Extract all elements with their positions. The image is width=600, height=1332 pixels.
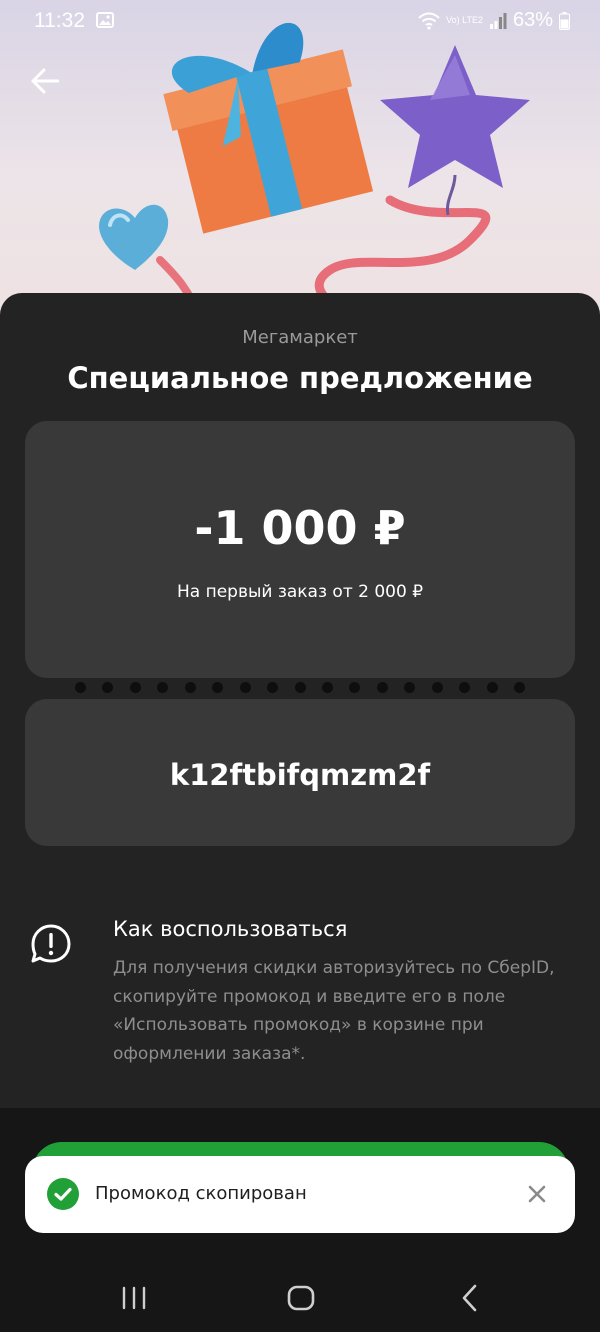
- provider-label: Мегамаркет: [242, 327, 358, 348]
- system-nav-bar: [0, 1262, 600, 1332]
- recent-apps-icon: [122, 1286, 146, 1310]
- toast-notification: Промокод скопирован: [25, 1156, 575, 1233]
- home-icon: [287, 1285, 315, 1311]
- status-time: 11:32: [34, 9, 85, 32]
- discount-amount: -1 000 ₽: [194, 501, 406, 555]
- system-back-button[interactable]: [452, 1282, 488, 1314]
- coupon-card: -1 000 ₽ На первый заказ от 2 000 ₽ k12f…: [10, 421, 590, 846]
- alert-message-icon: [31, 924, 71, 963]
- offer-sheet: Мегамаркет Специальное предложение -1 00…: [0, 293, 600, 1108]
- signal-icon: [489, 12, 507, 29]
- promo-code[interactable]: k12ftbifqmzm2f: [25, 758, 575, 792]
- arrow-left-icon: [31, 68, 59, 94]
- home-button[interactable]: [283, 1282, 319, 1314]
- network-type-label: Vo) LTE2: [446, 15, 483, 25]
- hero-illustration: [0, 0, 600, 320]
- toast-message: Промокод скопирован: [95, 1183, 307, 1204]
- battery-percent: 63%: [512, 9, 553, 31]
- check-circle-icon: [47, 1178, 79, 1210]
- page-title: Специальное предложение: [67, 361, 533, 395]
- recent-apps-button[interactable]: [116, 1282, 152, 1314]
- coupon-notch-right: [560, 673, 590, 703]
- status-bar: 11:32 Vo) LTE2 63%: [0, 0, 600, 44]
- close-icon[interactable]: [525, 1182, 549, 1206]
- coupon-perforation: [75, 682, 525, 694]
- status-indicators: Vo) LTE2 63%: [418, 9, 570, 32]
- gallery-icon: [96, 12, 114, 28]
- coupon-code-section[interactable]: k12ftbifqmzm2f: [25, 699, 575, 846]
- coupon-top-section: -1 000 ₽ На первый заказ от 2 000 ₽: [25, 421, 575, 678]
- coupon-notch-left: [10, 673, 40, 703]
- discount-condition: На первый заказ от 2 000 ₽: [176, 582, 424, 602]
- back-icon: [462, 1284, 477, 1312]
- screen: 11:32 Vo) LTE2 63% Мегамаркет Специально…: [0, 0, 600, 1332]
- howto-description: Для получения скидки авторизуйтесь по Сб…: [113, 958, 555, 1064]
- wifi-icon: [418, 12, 440, 30]
- howto-title: Как воспользоваться: [113, 917, 348, 941]
- battery-icon: [559, 11, 570, 30]
- gift-illustration: [99, 22, 530, 320]
- back-button[interactable]: [28, 64, 62, 98]
